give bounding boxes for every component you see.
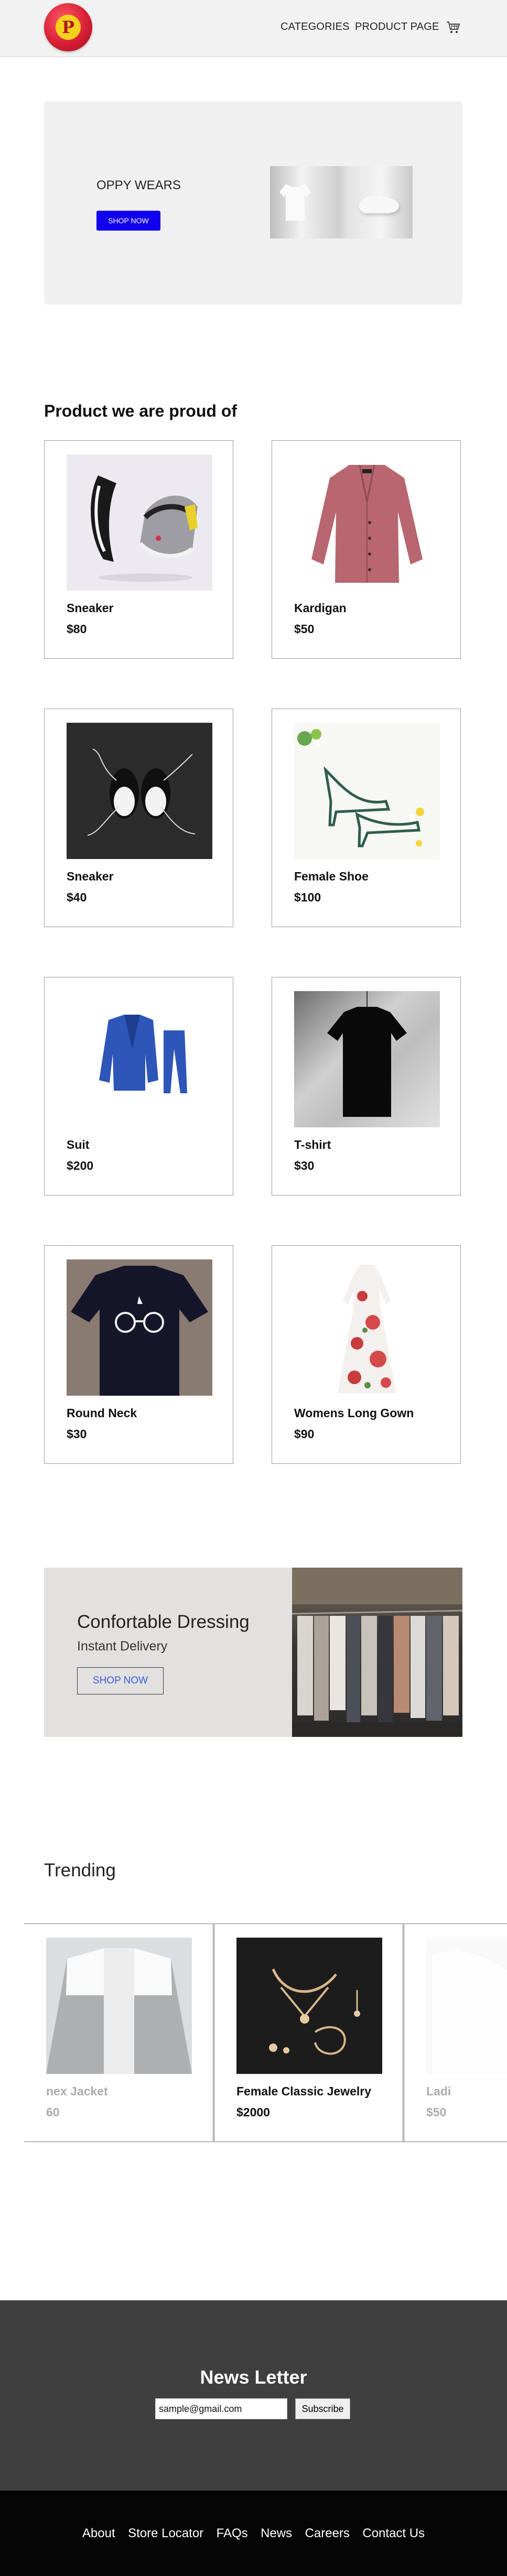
product-price: $80 xyxy=(67,622,87,636)
product-price: $30 xyxy=(67,1427,87,1441)
subscribe-button[interactable]: Subscribe xyxy=(295,2398,350,2419)
product-name: Suit xyxy=(67,1138,90,1151)
footer-link-store-locator[interactable]: Store Locator xyxy=(128,2526,203,2540)
product-card[interactable]: Round Neck $30 xyxy=(44,1245,233,1464)
trending-card[interactable]: Female Classic Jewelry $2000 xyxy=(214,1923,403,2142)
product-card[interactable]: Womens Long Gown $90 xyxy=(272,1245,461,1464)
product-name: T-shirt xyxy=(294,1138,331,1151)
shoe-image xyxy=(359,195,399,213)
product-price: $90 xyxy=(294,1427,315,1441)
product-image-suit xyxy=(67,991,212,1127)
product-name: Womens Long Gown xyxy=(294,1406,414,1420)
tshirt-image xyxy=(279,184,311,221)
clothing-rack-image xyxy=(292,1568,462,1737)
product-price: $30 xyxy=(294,1159,315,1172)
product-name: nex Jacket xyxy=(46,2084,108,2098)
footer-link-about[interactable]: About xyxy=(82,2526,115,2540)
site-footer: About Store Locator FAQs News Careers Co… xyxy=(0,2491,507,2576)
product-card[interactable]: Sneaker $80 xyxy=(44,440,233,659)
hero-title: OPPY WEARS xyxy=(96,178,181,192)
banner-title: Confortable Dressing xyxy=(77,1612,250,1632)
product-image-sneaker-2 xyxy=(67,723,212,859)
hero-section: OPPY WEARS SHOP NOW xyxy=(44,101,462,305)
product-name: Female Classic Jewelry xyxy=(236,2084,371,2098)
product-image-kardigan xyxy=(294,454,440,591)
product-price: $100 xyxy=(294,890,321,904)
product-card[interactable]: T-shirt $30 xyxy=(272,977,461,1195)
product-name: Kardigan xyxy=(294,601,347,615)
product-name: Sneaker xyxy=(67,869,114,883)
product-image-round-neck xyxy=(67,1259,212,1396)
newsletter-section: News Letter Subscribe xyxy=(0,2300,507,2491)
product-name: Ladi xyxy=(426,2084,451,2098)
cart-icon[interactable] xyxy=(446,20,460,35)
product-price: 60 xyxy=(46,2105,60,2119)
trending-card[interactable]: nex Jacket 60 xyxy=(24,1923,213,2142)
product-price: $50 xyxy=(426,2105,447,2119)
product-price: $40 xyxy=(67,890,87,904)
product-name: Female Shoe xyxy=(294,869,369,883)
product-price: $2000 xyxy=(236,2105,270,2119)
footer-link-faqs[interactable]: FAQs xyxy=(217,2526,248,2540)
product-name: Sneaker xyxy=(67,601,114,615)
logo-letter: P xyxy=(56,15,81,40)
nav-categories[interactable]: CATEGORIES xyxy=(281,21,350,33)
product-name: Round Neck xyxy=(67,1406,137,1420)
banner-subtitle: Instant Delivery xyxy=(77,1639,168,1654)
trending-heading: Trending xyxy=(44,1860,116,1881)
brand-logo[interactable]: P xyxy=(44,3,92,51)
product-image-tshirt xyxy=(294,991,440,1127)
product-image-ladies xyxy=(426,1938,507,2074)
product-card[interactable]: Kardigan $50 xyxy=(272,440,461,659)
banner-shop-now-button[interactable]: SHOP NOW xyxy=(77,1667,164,1694)
newsletter-title: News Letter xyxy=(200,2366,307,2388)
site-header: P CATEGORIES PRODUCT PAGE xyxy=(0,0,507,57)
trending-card[interactable]: Ladi $50 xyxy=(404,1923,507,2142)
products-heading: Product we are proud of xyxy=(44,401,238,420)
product-image-sneaker xyxy=(67,454,212,591)
product-card[interactable]: Sneaker $40 xyxy=(44,709,233,927)
product-price: $200 xyxy=(67,1159,94,1172)
promo-banner: Confortable Dressing Instant Delivery SH… xyxy=(44,1568,462,1737)
nav-product-page[interactable]: PRODUCT PAGE xyxy=(355,21,439,33)
footer-links: About Store Locator FAQs News Careers Co… xyxy=(0,2526,507,2541)
product-image-female-shoe xyxy=(294,723,440,859)
product-image-long-gown xyxy=(294,1259,440,1396)
footer-link-contact-us[interactable]: Contact Us xyxy=(362,2526,425,2540)
footer-link-careers[interactable]: Careers xyxy=(305,2526,350,2540)
product-price: $50 xyxy=(294,622,315,636)
footer-link-news[interactable]: News xyxy=(261,2526,292,2540)
newsletter-email-input[interactable] xyxy=(155,2398,287,2419)
product-card[interactable]: Suit $200 xyxy=(44,977,233,1195)
hero-product-image xyxy=(270,166,413,238)
product-image-jacket xyxy=(46,1938,192,2074)
hero-shop-now-button[interactable]: SHOP NOW xyxy=(96,211,160,231)
product-card[interactable]: Female Shoe $100 xyxy=(272,709,461,927)
product-image-jewelry xyxy=(236,1938,382,2074)
